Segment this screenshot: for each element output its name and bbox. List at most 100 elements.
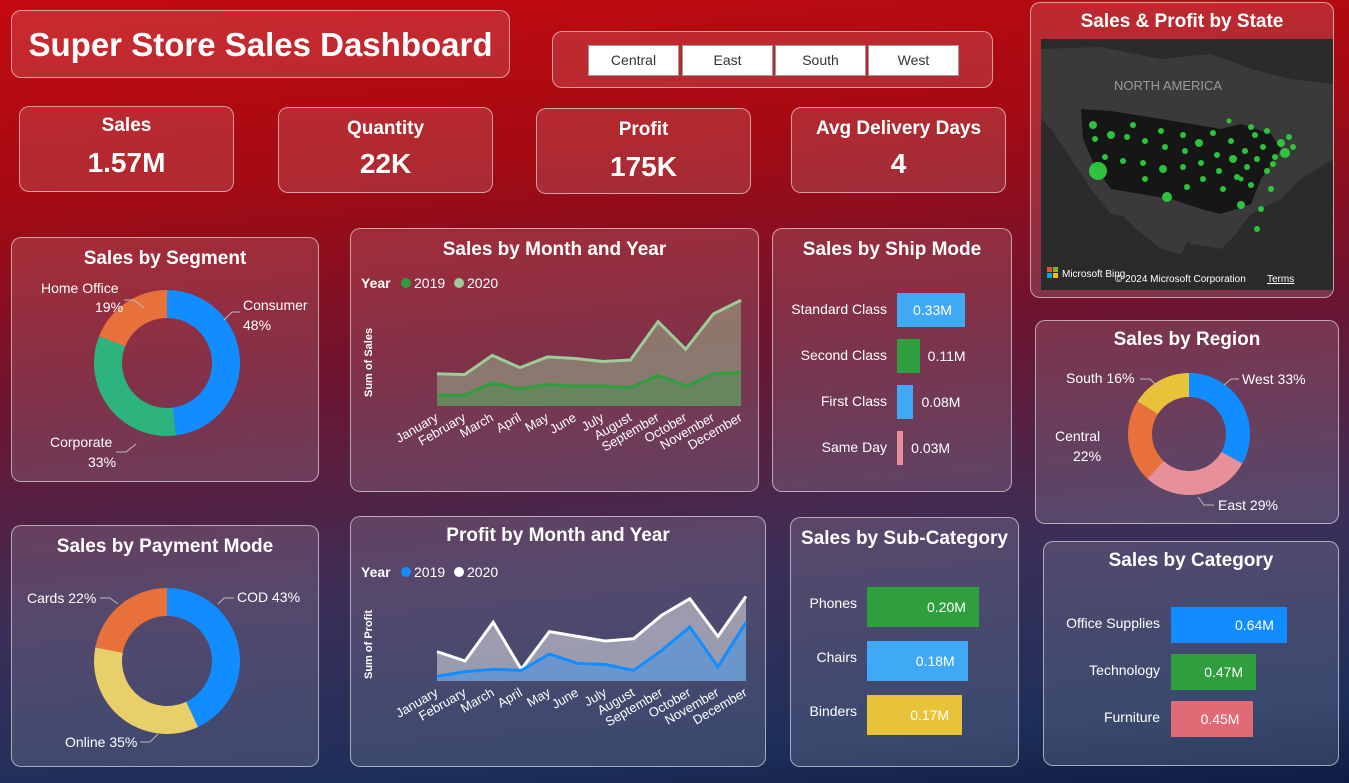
- profit-month-card: Profit by Month and Year Year 2019 2020 …: [350, 516, 766, 767]
- category-label-office-supplies: Office Supplies: [1066, 615, 1160, 631]
- kpi-sales-value: 1.57M: [87, 147, 166, 178]
- slicer-south-button[interactable]: South: [775, 45, 866, 76]
- sub-category-card: Sales by Sub-Category Phones 0.20M Chairs 0…: [790, 517, 1019, 767]
- region-label-east: East 29%: [1218, 497, 1278, 513]
- profit-month-point-2020-6: [604, 640, 607, 643]
- ship-mode-title: Sales by Ship Mode: [802, 239, 982, 260]
- segment-leader-corporate: [116, 443, 137, 453]
- profit-month-point-2020-7: [632, 637, 635, 640]
- state-map[interactable]: NORTH AMERICA Microsoft Bing © 2024 Micr…: [1041, 39, 1333, 290]
- region-donut-chart: South 16% West 33% Central 22% East 29%: [1055, 370, 1306, 513]
- sales-month-point-2019-6: [601, 385, 604, 388]
- category-value-furniture: 0.45M: [1200, 711, 1240, 727]
- segment-slice-corporate[interactable]: [93, 336, 177, 436]
- category-label-furniture: Furniture: [1103, 709, 1160, 725]
- sales-month-point-2020-5: [574, 357, 577, 360]
- profit-month-point-2019-5: [576, 662, 579, 665]
- sales-month-point-2020-0: [436, 372, 439, 375]
- profit-month-legend-2019-dot: [401, 567, 411, 577]
- kpi-delivery-label: Avg Delivery Days: [815, 118, 982, 139]
- profit-month-ylabel: Sum of Profit: [363, 610, 375, 679]
- sales-month-point-2019-3: [518, 388, 521, 391]
- kpi-delivery-value: 4: [890, 148, 907, 179]
- profit-month-area-chart: Year 2019 2020 Sum of Profit JanuaryFebr…: [361, 564, 750, 729]
- category-label-technology: Technology: [1089, 662, 1160, 678]
- slicer-east-button[interactable]: East: [682, 45, 773, 76]
- ship-mode-bar-first-class[interactable]: [897, 385, 914, 419]
- sales-month-point-2020-9: [684, 348, 687, 351]
- sub-category-label-phones: Phones: [809, 595, 857, 611]
- profit-month-point-2019-1: [464, 670, 467, 673]
- sales-month-point-2019-0: [436, 394, 439, 397]
- sales-month-ylabel: Sum of Sales: [363, 328, 375, 397]
- region-card: Sales by Region South 16% West 33% Centr…: [1035, 320, 1339, 524]
- ship-mode-label-same-day: Same Day: [821, 439, 887, 455]
- profit-month-point-2019-0: [436, 675, 439, 678]
- payment-label-cards: Cards 22%: [27, 590, 96, 606]
- kpi-quantity-label: Quantity: [346, 118, 425, 139]
- sales-month-point-2020-4: [546, 355, 549, 358]
- profit-month-point-2019-6: [604, 663, 607, 666]
- dashboard-title: Super Store Sales Dashboard: [28, 26, 493, 63]
- profit-month-point-2020-5: [576, 635, 579, 638]
- title-card: Super Store Sales Dashboard: [11, 10, 510, 78]
- segment-label-consumer-name: Consumer: [243, 297, 308, 313]
- segment-slice-consumer[interactable]: [167, 290, 241, 436]
- category-title: Sales by Category: [1108, 550, 1274, 571]
- sales-month-legend-2019: 2019: [414, 275, 445, 291]
- sales-month-point-2020-1: [463, 373, 466, 376]
- kpi-profit-value: 175K: [610, 151, 677, 182]
- segment-donut-chart: Home Office 19% Consumer 48% Corporate 3…: [41, 280, 308, 470]
- payment-leader-cards: [100, 597, 119, 605]
- kpi-quantity-card: Quantity 22K: [278, 107, 493, 193]
- region-slice-east[interactable]: [1147, 451, 1243, 495]
- ship-mode-bar-second-class[interactable]: [897, 339, 920, 373]
- profit-month-point-2020-2: [492, 621, 495, 624]
- profit-month-x-tick-4: May: [524, 684, 553, 710]
- payment-donut-chart: Cards 22% COD 43% Online 35%: [27, 588, 300, 750]
- segment-label-home-office-name: Home Office: [41, 280, 119, 296]
- continent-label: NORTH AMERICA: [1114, 78, 1222, 93]
- slicer-west-button[interactable]: West: [868, 45, 959, 76]
- sales-month-point-2019-10: [712, 372, 715, 375]
- kpi-profit-label: Profit: [618, 119, 669, 140]
- profit-month-point-2020-10: [716, 635, 719, 638]
- map-card: Sales & Profit by State NORTH AMERICA Mi…: [1030, 2, 1334, 298]
- sales-month-point-2019-7: [629, 386, 632, 389]
- segment-label-consumer-pct: 48%: [243, 317, 271, 333]
- sales-month-point-2019-9: [684, 385, 687, 388]
- profit-month-point-2020-9: [688, 597, 691, 600]
- slicer-central-button[interactable]: Central: [588, 45, 679, 76]
- sales-month-x-tick-3: April: [493, 410, 523, 436]
- profit-month-point-2019-10: [716, 665, 719, 668]
- sales-month-point-2019-11: [740, 371, 743, 374]
- ship-mode-value-first-class: 0.08M: [921, 394, 961, 410]
- category-card: Sales by Category Office Supplies 0.64M Te…: [1043, 541, 1339, 766]
- ship-mode-bar-same-day[interactable]: [897, 431, 904, 465]
- profit-month-point-2020-8: [660, 614, 663, 617]
- profit-month-point-2020-11: [745, 595, 748, 598]
- region-slice-west[interactable]: [1189, 373, 1250, 464]
- ship-mode-value-same-day: 0.03M: [911, 440, 951, 456]
- sales-month-point-2020-8: [657, 320, 660, 323]
- map-svg: NORTH AMERICA Microsoft Bing © 2024 Micr…: [1041, 39, 1333, 290]
- payment-slice-online[interactable]: [94, 647, 199, 734]
- ship-mode-label-first-class: First Class: [820, 393, 887, 409]
- sales-month-point-2020-6: [601, 360, 604, 363]
- profit-month-x-tick-5: June: [549, 685, 581, 712]
- sales-month-legend-2020-dot: [454, 278, 464, 288]
- sales-month-legend-2020: 2020: [467, 275, 498, 291]
- sales-month-point-2020-7: [629, 359, 632, 362]
- sub-category-label-binders: Binders: [809, 703, 857, 719]
- profit-month-point-2020-0: [436, 650, 439, 653]
- segment-leader-consumer: [223, 311, 240, 321]
- profit-month-point-2019-7: [632, 669, 635, 672]
- map-terms-link[interactable]: Terms: [1267, 274, 1294, 285]
- payment-label-online: Online 35%: [65, 734, 137, 750]
- profit-month-legend-title: Year: [361, 564, 391, 580]
- profit-month-point-2020-1: [464, 660, 467, 663]
- sales-month-area-chart: Year 2019 2020 Sum of Sales JanuaryFebru…: [361, 275, 745, 454]
- region-slicer: Central East South West: [552, 31, 993, 88]
- profit-month-legend-2020-dot: [454, 567, 464, 577]
- segment-label-home-office-pct: 19%: [95, 299, 123, 315]
